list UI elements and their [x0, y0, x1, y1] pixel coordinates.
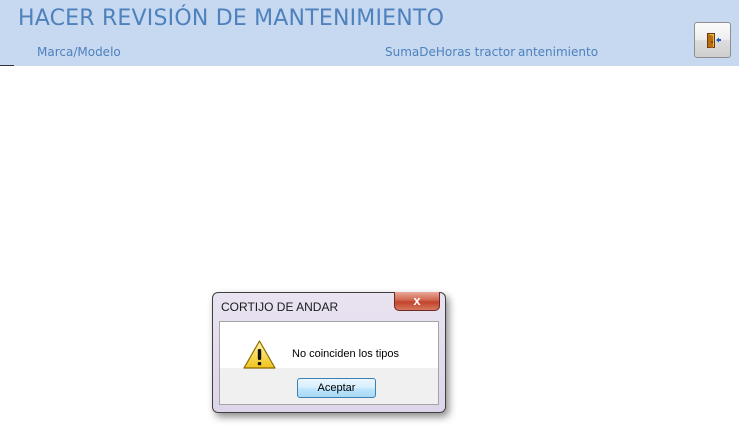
dialog-message-area: No coinciden los tipos: [220, 322, 438, 369]
form-header: HACER REVISIÓN DE MANTENIMIENTO Marca/Mo…: [0, 0, 739, 66]
close-icon: x: [413, 293, 421, 308]
dialog-close-button[interactable]: x: [394, 292, 440, 311]
message-dialog: CORTIJO DE ANDAR x No coinciden los tipo…: [212, 292, 446, 413]
header-divider: [0, 65, 14, 66]
warning-icon: [243, 340, 276, 369]
ok-button[interactable]: Aceptar: [297, 378, 376, 398]
column-header-marca-modelo: Marca/Modelo: [37, 45, 121, 59]
column-header-mantenimiento: antenimiento: [518, 45, 599, 59]
exit-button[interactable]: [694, 22, 731, 58]
dialog-message: No coinciden los tipos: [292, 348, 400, 360]
exit-door-icon: [707, 33, 721, 48]
dialog-body: No coinciden los tipos Aceptar: [219, 321, 439, 405]
dialog-title: CORTIJO DE ANDAR: [221, 300, 339, 314]
column-header-suma-horas: SumaDeHoras tractor: [385, 45, 516, 59]
form-title: HACER REVISIÓN DE MANTENIMIENTO: [18, 6, 445, 31]
